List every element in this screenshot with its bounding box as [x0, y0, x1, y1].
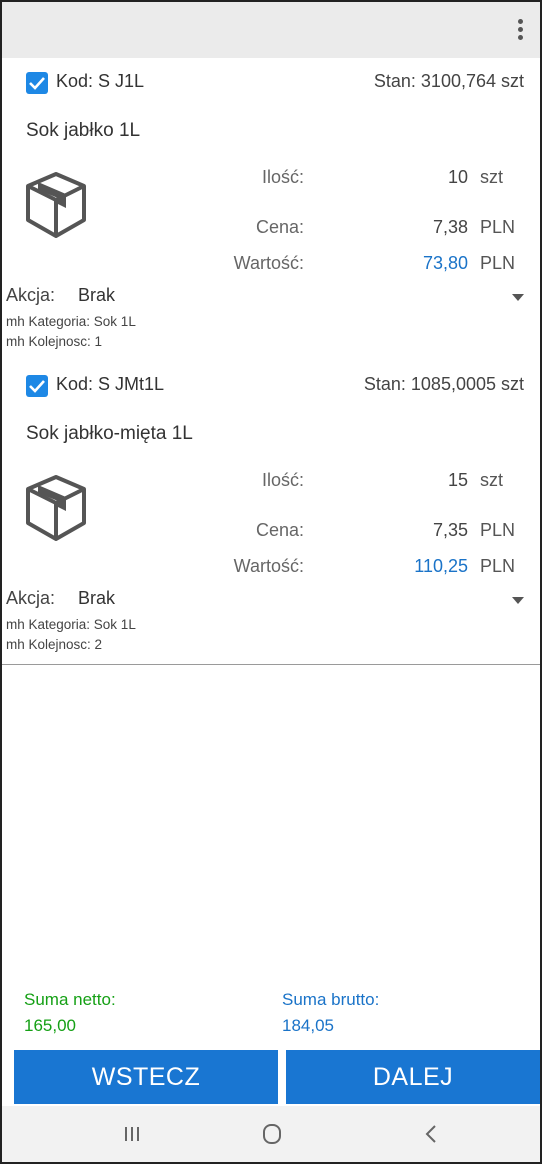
package-box-icon: [24, 170, 88, 245]
next-button[interactable]: DALEJ: [286, 1050, 540, 1104]
qty-label: Ilość:: [261, 167, 304, 187]
category-text: mh Kategoria: Sok 1L: [6, 314, 136, 329]
product-item[interactable]: Kod: S JMt1L Stan: 1085,0005 szt Sok jab…: [2, 361, 540, 665]
net-sum-value: 165,00: [24, 1016, 76, 1035]
back-icon[interactable]: [392, 1106, 472, 1162]
action-select[interactable]: Brak: [78, 285, 115, 306]
value-amount: 73,80: [422, 253, 468, 273]
system-nav-bar: [2, 1106, 540, 1162]
price-label: Cena:: [255, 217, 304, 237]
item-checkbox[interactable]: [26, 375, 48, 397]
action-select[interactable]: Brak: [78, 588, 115, 609]
value-amount: 110,25: [414, 556, 468, 576]
gross-sum-label: Suma brutto:: [282, 990, 380, 1009]
order-text: mh Kolejnosc: 1: [6, 334, 103, 349]
stock-level: Stan: 1085,0005 szt: [363, 374, 524, 394]
value-label: Wartość:: [233, 556, 304, 576]
item-checkbox[interactable]: [26, 72, 48, 94]
check-icon: [29, 380, 45, 393]
qty-value[interactable]: 10: [448, 167, 468, 188]
stock-level: Stan: 3100,764 szt: [373, 71, 524, 91]
value-unit: PLN: [480, 556, 516, 576]
action-label: Akcja:: [6, 285, 56, 305]
dropdown-arrow-icon[interactable]: [512, 597, 524, 604]
qty-unit: szt: [480, 167, 504, 187]
price-unit: PLN: [480, 520, 516, 540]
price-value[interactable]: 7,38: [433, 217, 468, 238]
back-button[interactable]: WSTECZ: [14, 1050, 278, 1104]
package-box-icon: [24, 473, 88, 548]
qty-unit: szt: [480, 470, 504, 490]
product-item[interactable]: Kod: S J1L Stan: 3100,764 szt Sok jabłko…: [2, 58, 540, 362]
net-sum-label: Suma netto:: [24, 990, 116, 1009]
value-label: Wartość:: [233, 253, 304, 273]
price-unit: PLN: [480, 217, 516, 237]
value-unit: PLN: [480, 253, 516, 273]
product-code: Kod: S JMt1L: [56, 374, 165, 394]
dropdown-arrow-icon[interactable]: [512, 294, 524, 301]
product-name: Sok jabłko-mięta 1L: [26, 423, 193, 444]
order-text: mh Kolejnosc: 2: [6, 637, 103, 652]
app-bar: [2, 2, 540, 58]
app-screen: Kod: S J1L Stan: 3100,764 szt Sok jabłko…: [0, 0, 542, 1164]
price-value[interactable]: 7,35: [433, 520, 468, 541]
check-icon: [29, 77, 45, 90]
more-vert-icon[interactable]: [510, 16, 530, 44]
product-code: Kod: S J1L: [56, 71, 145, 91]
qty-value[interactable]: 15: [448, 470, 468, 491]
recent-apps-icon[interactable]: [92, 1106, 172, 1162]
gross-sum-value: 184,05: [282, 1016, 334, 1035]
product-name: Sok jabłko 1L: [26, 120, 141, 141]
category-text: mh Kategoria: Sok 1L: [6, 617, 136, 632]
price-label: Cena:: [255, 520, 304, 540]
action-label: Akcja:: [6, 588, 56, 608]
home-icon[interactable]: [232, 1106, 312, 1162]
qty-label: Ilość:: [261, 470, 304, 490]
